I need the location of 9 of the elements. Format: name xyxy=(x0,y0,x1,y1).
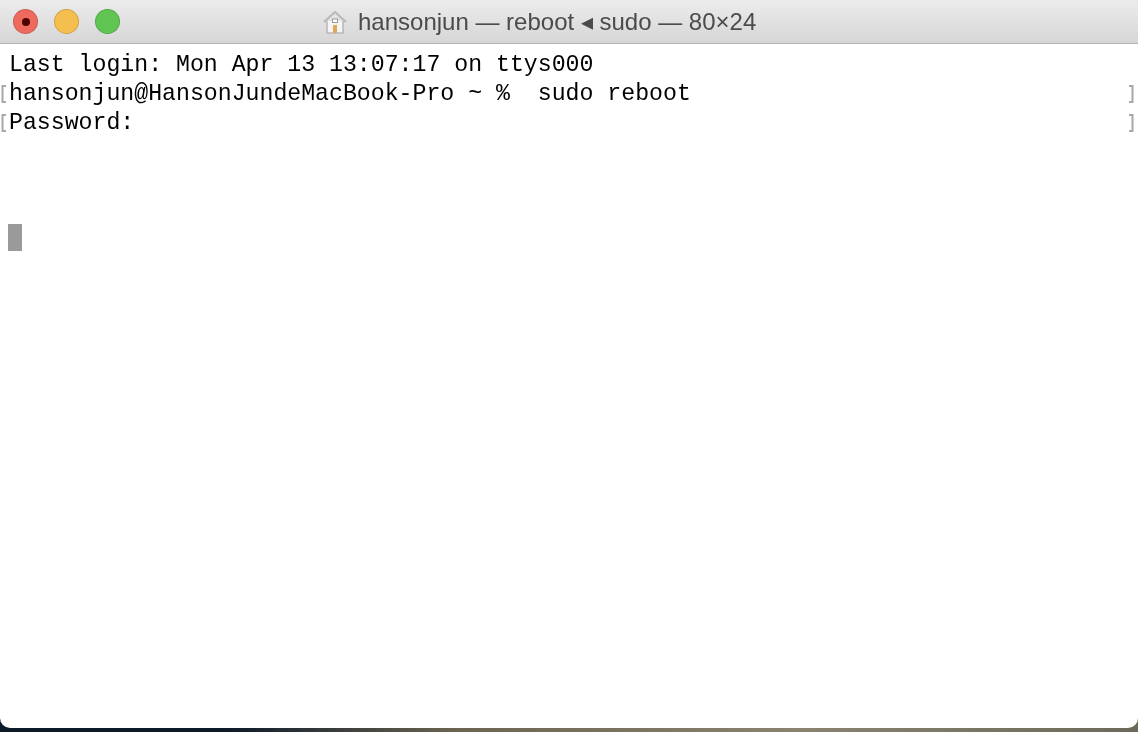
terminal-line: Last login: Mon Apr 13 13:07:17 on ttys000 xyxy=(9,51,594,78)
minimize-button[interactable] xyxy=(54,9,79,34)
text-cursor xyxy=(8,224,22,251)
zoom-button[interactable] xyxy=(95,9,120,34)
terminal-line: hansonjun@HansonJundeMacBook-Pro ~ % sudo reboot xyxy=(9,80,691,107)
window-title: hansonjun — reboot ◂ sudo — 80×24 xyxy=(358,8,757,36)
house-icon xyxy=(322,9,348,35)
terminal-line: Password: xyxy=(9,109,135,136)
close-button[interactable] xyxy=(13,9,38,34)
